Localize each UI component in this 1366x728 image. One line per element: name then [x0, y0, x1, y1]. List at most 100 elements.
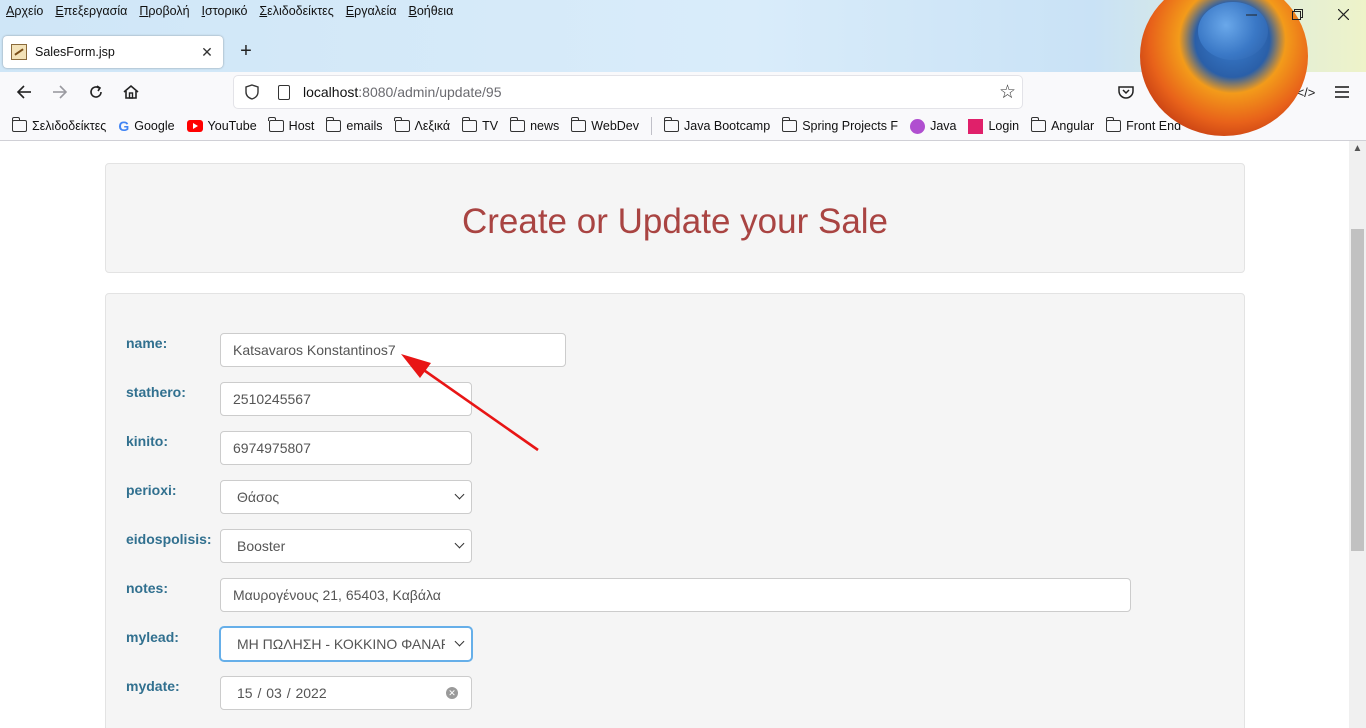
menu-tools[interactable]: Εργαλεία [346, 4, 397, 18]
menu-edit[interactable]: Επεξεργασία [55, 4, 127, 18]
tab-title: SalesForm.jsp [35, 45, 115, 59]
java-icon [910, 118, 926, 134]
home-button[interactable] [117, 78, 145, 106]
restore-button[interactable] [1274, 0, 1320, 28]
page-favicon-icon [11, 44, 27, 60]
name-label: name: [126, 335, 168, 351]
restore-icon [1291, 8, 1303, 20]
bookmark-bookmarks-menu[interactable]: Σελιδοδείκτες [11, 117, 106, 133]
perioxi-select[interactable]: Θάσος [220, 480, 472, 514]
folder-icon [461, 117, 478, 132]
bookmark-news[interactable]: news [509, 117, 560, 133]
bookmark-label: TV [482, 119, 499, 133]
bookmark-java[interactable]: Java [910, 118, 956, 134]
bookmark-label: YouTube [207, 119, 257, 133]
folder-icon [325, 117, 342, 132]
page-scrollbar[interactable]: ▲ [1349, 141, 1366, 728]
bookmark-webdev[interactable]: WebDev [570, 117, 640, 133]
close-tab-icon[interactable]: ✕ [199, 44, 215, 61]
bookmark-label: Angular [1051, 119, 1095, 133]
bookmark-label: Λεξικά [414, 119, 451, 133]
bookmark-spring-projects[interactable]: Spring Projects F [781, 117, 899, 133]
clear-date-icon[interactable]: ✕ [446, 687, 458, 699]
notes-label: notes: [126, 580, 168, 596]
bookmark-login[interactable]: Login [968, 118, 1020, 134]
folder-icon [11, 117, 27, 132]
folder-icon [663, 117, 680, 132]
bookmark-host[interactable]: Host [268, 117, 315, 133]
menu-view[interactable]: Προβολή [139, 4, 189, 18]
name-input[interactable]: Katsavaros Konstantinos7 [220, 333, 566, 367]
bookmark-emails[interactable]: emails [325, 117, 383, 133]
menu-history[interactable]: Ιστορικό [202, 4, 248, 18]
bookmark-label: news [530, 119, 560, 133]
pocket-icon[interactable] [1116, 82, 1136, 102]
tab-salesform[interactable]: SalesForm.jsp ✕ [3, 36, 223, 68]
minimize-icon [1245, 14, 1257, 15]
bookmark-google[interactable]: G Google [118, 118, 174, 134]
mydate-label: mydate: [126, 678, 180, 694]
folder-icon [1030, 117, 1047, 132]
page-title: Create or Update your Sale [461, 202, 889, 241]
menu-help[interactable]: Βοήθεια [409, 4, 454, 18]
reload-button[interactable] [82, 78, 110, 106]
bookmark-label: Java Bootcamp [684, 119, 771, 133]
bookmark-tv[interactable]: TV [461, 117, 499, 133]
close-window-button[interactable] [1320, 0, 1366, 28]
stathero-label: stathero: [126, 384, 186, 400]
folder-icon [781, 117, 798, 132]
kinito-label: kinito: [126, 433, 168, 449]
bookmark-star-icon[interactable]: ☆ [999, 81, 1016, 104]
bookmark-label: Spring Projects F [802, 119, 899, 133]
bookmark-label: WebDev [591, 119, 640, 133]
login-icon [968, 118, 984, 134]
scroll-up-arrow-icon[interactable]: ▲ [1349, 143, 1366, 154]
reload-icon [90, 85, 102, 98]
mydate-value: 15 / 03 / 2022 [237, 685, 327, 701]
chevron-down-icon [454, 489, 465, 500]
mylead-select[interactable]: ΜΗ ΠΩΛΗΣΗ - ΚΟΚΚΙΝΟ ΦΑΝΑΡΙ [220, 627, 472, 661]
back-button[interactable] [10, 78, 38, 106]
bookmark-front-end[interactable]: Front End [1105, 117, 1182, 133]
perioxi-label: perioxi: [126, 482, 177, 498]
address-bar[interactable]: localhost:8080/admin/update/95 ☆ [234, 76, 1022, 108]
bookmarks-separator [651, 117, 653, 135]
url-host: localhost [303, 84, 359, 100]
kinito-value: 6974975807 [233, 440, 311, 456]
tracking-protection-shield-icon[interactable] [244, 84, 260, 100]
name-value: Katsavaros Konstantinos7 [233, 342, 396, 358]
kinito-input[interactable]: 6974975807 [220, 431, 472, 465]
menu-bookmarks[interactable]: Σελιδοδείκτες [259, 4, 333, 18]
stathero-value: 2510245567 [233, 391, 311, 407]
eidospolisis-label: eidospolisis: [126, 531, 212, 547]
bookmarks-toolbar: Σελιδοδείκτες G Google YouTube Host email… [0, 112, 1366, 141]
bookmark-youtube[interactable]: YouTube [186, 119, 257, 133]
eidospolisis-select[interactable]: Booster [220, 529, 472, 563]
notes-input[interactable]: Μαυρογένους 21, 65403, Καβάλα [220, 578, 1131, 612]
hamburger-menu-icon[interactable] [1332, 82, 1352, 102]
notes-value: Μαυρογένους 21, 65403, Καβάλα [233, 587, 441, 603]
close-icon [1337, 8, 1349, 20]
menu-file[interactable]: Αρχείο [6, 4, 43, 18]
folder-icon [268, 117, 284, 132]
page-info-icon[interactable] [278, 84, 290, 100]
minimize-button[interactable] [1228, 0, 1274, 28]
bookmark-label: Front End [1126, 119, 1182, 133]
bookmark-label: Google [134, 119, 175, 133]
google-icon: G [118, 118, 130, 134]
bookmark-angular[interactable]: Angular [1030, 117, 1095, 133]
url-text[interactable]: localhost:8080/admin/update/95 [303, 84, 502, 100]
forward-button[interactable] [46, 78, 74, 106]
bookmark-label: Login [988, 119, 1020, 133]
page-content: Create or Update your Sale name: Katsava… [0, 141, 1349, 728]
home-icon [123, 84, 139, 99]
stathero-input[interactable]: 2510245567 [220, 382, 472, 416]
scrollbar-thumb[interactable] [1351, 229, 1364, 551]
mydate-input[interactable]: 15 / 03 / 2022 ✕ [220, 676, 472, 710]
bookmark-java-bootcamp[interactable]: Java Bootcamp [663, 117, 771, 133]
bookmark-label: Host [288, 119, 315, 133]
forward-arrow-icon [53, 85, 68, 99]
bookmark-lexika[interactable]: Λεξικά [394, 117, 451, 133]
perioxi-value: Θάσος [237, 489, 280, 505]
new-tab-button[interactable]: + [232, 38, 260, 66]
